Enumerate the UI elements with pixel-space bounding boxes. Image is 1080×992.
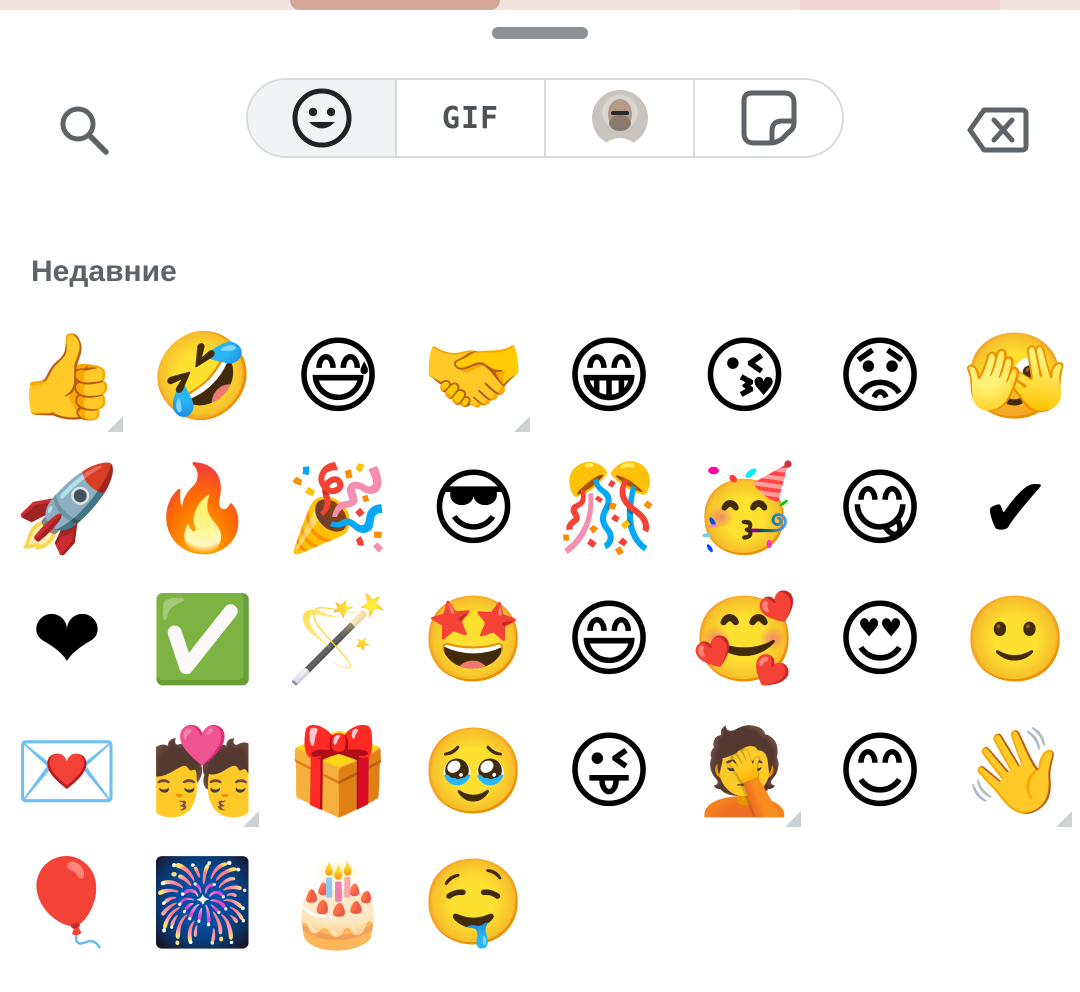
- emoji-item[interactable]: 🥹: [414, 711, 534, 831]
- emoji-item[interactable]: 🥰: [685, 579, 805, 699]
- emoji-item[interactable]: 👍: [7, 316, 127, 436]
- emoji-item[interactable]: 🎈: [7, 842, 127, 962]
- emoji-item[interactable]: ❤: [7, 579, 127, 699]
- emoji-glyph: 😄: [565, 590, 653, 688]
- emoji-item[interactable]: 🤝: [414, 316, 534, 436]
- skin-tone-variants-indicator: [513, 416, 530, 432]
- emoji-item[interactable]: 🙂: [956, 579, 1076, 699]
- section-title-recent: Недавние: [31, 255, 177, 288]
- emoji-item[interactable]: 😅: [278, 316, 398, 436]
- emoji-glyph: 🎂: [285, 853, 391, 951]
- emoji-glyph: 💌: [14, 721, 120, 820]
- emoji-item[interactable]: 💌: [7, 711, 127, 831]
- avatar-icon: [591, 90, 648, 146]
- emoji-item[interactable]: 🔥: [143, 448, 263, 568]
- emoji-glyph: 🥰: [692, 590, 797, 688]
- emoji-item[interactable]: 🚀: [7, 448, 127, 568]
- emoji-item[interactable]: 🎂: [278, 842, 398, 962]
- emoji-item[interactable]: 🎊: [549, 448, 669, 568]
- emoji-glyph: 😊: [836, 721, 924, 820]
- emoji-glyph: 🥳: [692, 458, 797, 557]
- emoji-item[interactable]: 🤦: [685, 711, 805, 831]
- emoji-item[interactable]: 😁: [549, 316, 669, 436]
- emoji-glyph: 🤝: [421, 327, 526, 425]
- skin-tone-variants-indicator: [1055, 810, 1072, 827]
- search-icon: [60, 106, 109, 155]
- emoji-glyph: 🤦: [692, 721, 797, 820]
- emoji-glyph: ❤: [31, 590, 103, 688]
- smiley-icon: [292, 88, 351, 148]
- emoji-glyph: 😅: [294, 327, 382, 425]
- emoji-glyph: 😍: [836, 590, 924, 688]
- background-shape: [290, 0, 500, 10]
- emoji-glyph: 😘: [700, 327, 789, 425]
- backspace-button[interactable]: [956, 90, 1040, 170]
- emoji-item[interactable]: 🎉: [278, 448, 398, 568]
- emoji-item[interactable]: 🤣: [143, 316, 263, 436]
- tab-stickers[interactable]: [695, 80, 842, 156]
- emoji-glyph: 👍: [14, 327, 120, 425]
- emoji-glyph: 🎁: [285, 721, 391, 820]
- tab-emoji[interactable]: [248, 80, 397, 156]
- emoji-glyph: 🔥: [150, 458, 255, 557]
- emoji-glyph: 😎: [429, 458, 518, 557]
- emoji-glyph: 🤩: [421, 590, 526, 688]
- emoji-glyph: 🤣: [150, 327, 255, 425]
- emoji-glyph: ✔: [980, 458, 1051, 557]
- emoji-glyph: 😋: [836, 458, 924, 557]
- emoji-glyph: 😜: [565, 721, 653, 820]
- emoji-glyph: 🥹: [421, 721, 526, 820]
- background-peek: [0, 0, 1080, 10]
- sticker-icon: [741, 90, 796, 146]
- emoji-glyph: 😁: [565, 327, 653, 425]
- emoji-glyph: 🤤: [421, 853, 526, 951]
- search-button[interactable]: [44, 90, 124, 170]
- emoji-glyph: 🎉: [285, 458, 391, 557]
- skin-tone-variants-indicator: [107, 416, 123, 432]
- emoji-glyph: 💏: [150, 721, 255, 820]
- emoji-glyph: ✅: [150, 590, 255, 688]
- tab-gif[interactable]: GIF: [397, 80, 546, 156]
- skin-tone-variants-indicator: [784, 810, 801, 827]
- emoji-item[interactable]: 🫣: [956, 316, 1076, 436]
- gif-label: GIF: [441, 100, 500, 136]
- emoji-glyph: 👋: [963, 721, 1068, 820]
- emoji-item[interactable]: 😘: [685, 316, 805, 436]
- tab-avatar[interactable]: [546, 80, 695, 156]
- emoji-item[interactable]: 🎆: [143, 842, 263, 962]
- skin-tone-variants-indicator: [242, 810, 259, 827]
- emoji-glyph: 🫣: [963, 327, 1068, 425]
- emoji-glyph: 🚀: [14, 458, 120, 557]
- emoji-item[interactable]: ✅: [143, 579, 263, 699]
- emoji-glyph: 🙂: [963, 590, 1068, 688]
- emoji-item[interactable]: 🎁: [278, 711, 398, 831]
- emoji-item[interactable]: 💏: [143, 711, 263, 831]
- emoji-item[interactable]: 😜: [549, 711, 669, 831]
- drag-handle[interactable]: [492, 27, 588, 39]
- emoji-item[interactable]: ✔: [956, 448, 1076, 568]
- emoji-item[interactable]: 😋: [820, 448, 940, 568]
- emoji-glyph: 🎈: [14, 853, 120, 951]
- emoji-glyph: 🎊: [556, 458, 662, 557]
- emoji-item[interactable]: 😍: [820, 579, 940, 699]
- emoji-panel: GIF Недавние 👍🤣😅�: [0, 10, 1080, 992]
- emoji-item[interactable]: 😊: [820, 711, 940, 831]
- emoji-item[interactable]: 😎: [414, 448, 534, 568]
- emoji-item[interactable]: 🥳: [685, 448, 805, 568]
- emoji-item[interactable]: 😟: [820, 316, 940, 436]
- background-shape: [800, 0, 1000, 10]
- emoji-glyph: 🪄: [285, 590, 391, 688]
- emoji-glyph: 🎆: [150, 853, 255, 951]
- emoji-glyph: 😟: [836, 327, 924, 425]
- emoji-item[interactable]: 🪄: [278, 579, 398, 699]
- backspace-icon: [967, 107, 1029, 153]
- emoji-item[interactable]: 🤤: [414, 842, 534, 962]
- emoji-item[interactable]: 😄: [549, 579, 669, 699]
- panel-tabs: GIF: [246, 78, 844, 158]
- emoji-item[interactable]: 🤩: [414, 579, 534, 699]
- emoji-item[interactable]: 👋: [956, 711, 1076, 831]
